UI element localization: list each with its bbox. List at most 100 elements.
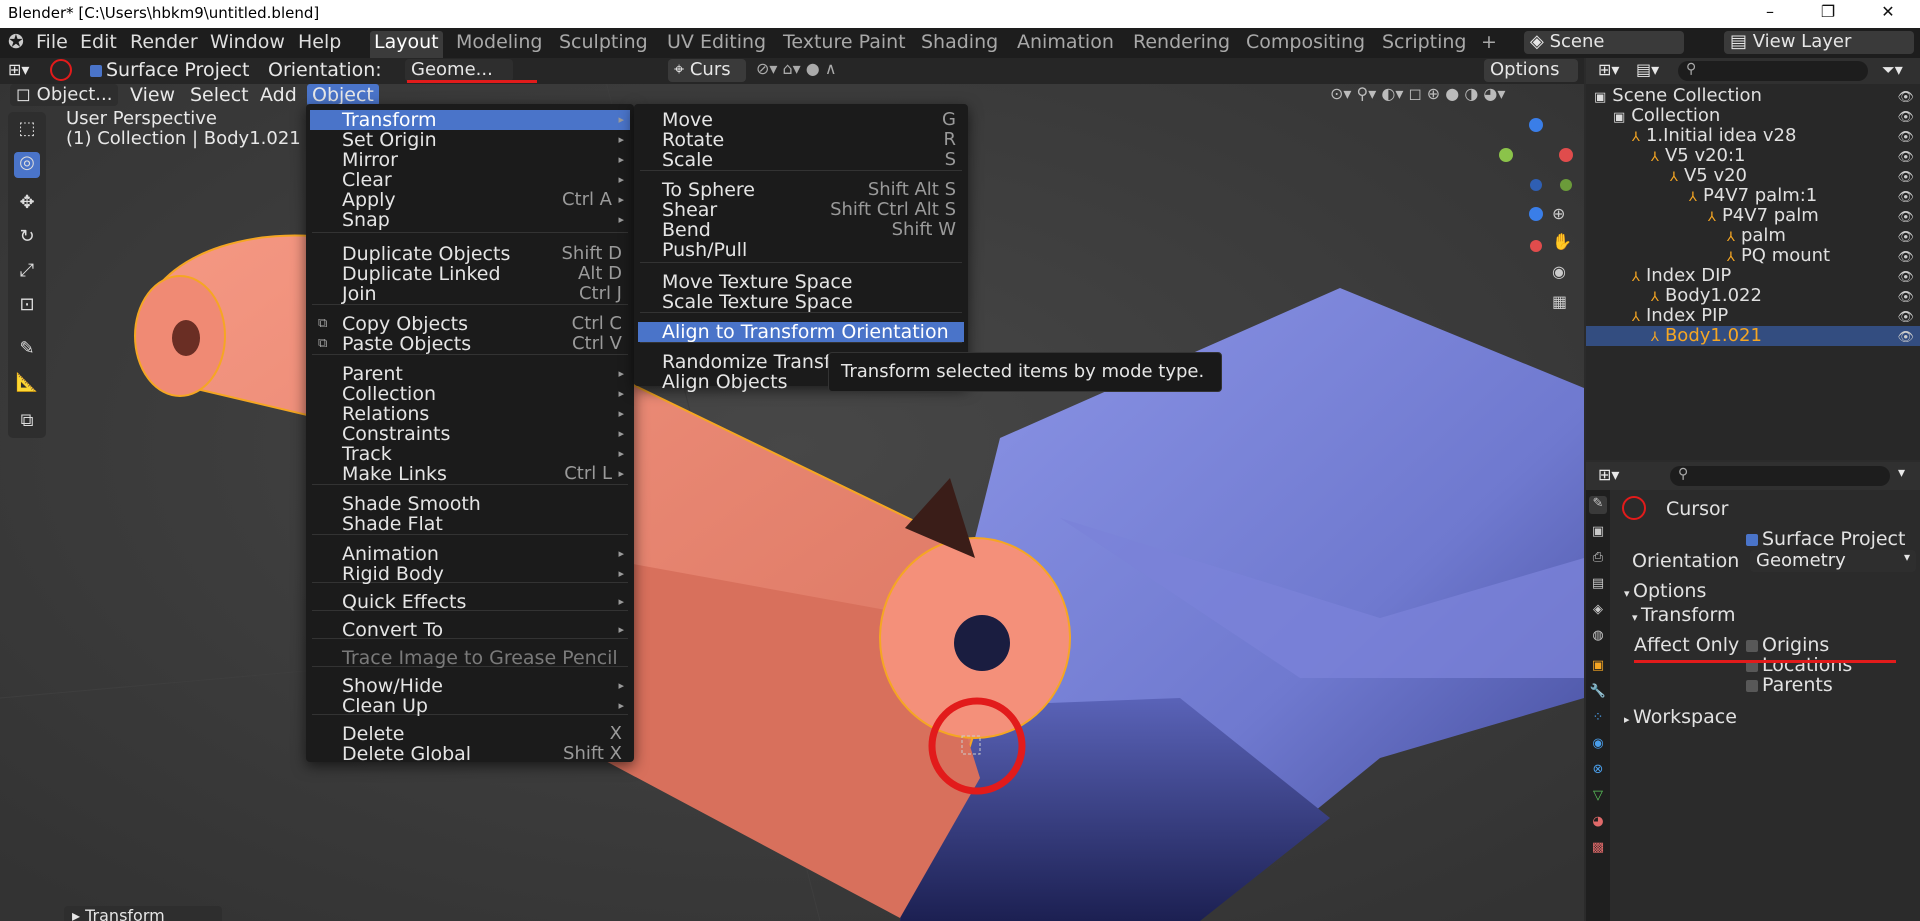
object-menu-item-set-origin[interactable]: Set Origin ▸	[310, 130, 630, 150]
texture-tab-icon[interactable]: ▩	[1589, 840, 1607, 858]
options-dropdown[interactable]: Options	[1484, 59, 1578, 82]
visibility-eye-icon[interactable]: 👁	[1897, 228, 1914, 248]
tab-layout[interactable]: Layout	[370, 31, 443, 58]
object-tab-icon[interactable]: ▣	[1589, 658, 1607, 676]
object-menu-item-animation[interactable]: Animation ▸	[310, 544, 630, 564]
menu-help[interactable]: Help	[298, 31, 341, 53]
tab-rendering[interactable]: Rendering	[1129, 31, 1234, 53]
surface-project-toggle[interactable]: Surface Project	[90, 59, 249, 81]
tab-scripting[interactable]: Scripting	[1378, 31, 1471, 53]
object-menu-item-join[interactable]: Join Ctrl J	[310, 284, 630, 305]
tab-animation[interactable]: Animation	[1013, 31, 1118, 53]
surface-project-option[interactable]: Surface Project	[1746, 528, 1905, 550]
transform-menu-item-to-sphere[interactable]: To Sphere Shift Alt S	[638, 180, 964, 201]
gizmo-y-positive[interactable]	[1499, 148, 1513, 162]
viewport-shading-icons[interactable]: ⊙▾ ⚲▾ ◐▾ ◻ ⊕ ● ◑ ◕▾	[1330, 84, 1505, 103]
object-menu-item-transform[interactable]: Transform ▸	[310, 110, 630, 130]
pivot-point-dropdown[interactable]: ⌖ Curs	[668, 59, 746, 82]
object-menu-item-make-links[interactable]: Make Links Ctrl L ▸	[310, 464, 630, 485]
gizmo-z-positive[interactable]	[1529, 118, 1543, 132]
object-menu-item-quick-effects[interactable]: Quick Effects ▸	[310, 592, 630, 612]
properties-editor-icon[interactable]: ⊞▾	[1598, 465, 1619, 484]
outliner-item-body1-022[interactable]: ⅄ Body1.022 👁	[1586, 286, 1920, 306]
editor-type-icon[interactable]: ⊞▾	[8, 60, 29, 79]
grid-view-icon[interactable]: ▦	[1552, 292, 1567, 311]
object-menu-item-show-hide[interactable]: Show/Hide ▸	[310, 676, 630, 696]
cursor-tool-button[interactable]: ◎	[14, 152, 40, 178]
add-cube-tool-icon[interactable]: ⧉	[14, 410, 40, 436]
modifier-tab-icon[interactable]: 🔧	[1589, 684, 1607, 702]
object-menu-item-copy-objects[interactable]: Copy Objects Ctrl C ⧉	[310, 314, 630, 335]
object-menu-item-delete-global[interactable]: Delete Global Shift X	[310, 744, 630, 765]
tool-tab-icon[interactable]: ✎	[1589, 496, 1607, 514]
gizmo-z-axis[interactable]	[1529, 207, 1543, 221]
data-tab-icon[interactable]: ▽	[1589, 788, 1607, 806]
material-tab-icon[interactable]: ◕	[1589, 814, 1607, 832]
outliner-item-p4v7-palm[interactable]: ⅄ P4V7 palm 👁	[1586, 206, 1920, 226]
last-operator-panel[interactable]: ▸ Transform	[64, 906, 222, 921]
render-tab-icon[interactable]: ▣	[1589, 524, 1607, 542]
tab-sculpting[interactable]: Sculpting	[555, 31, 652, 53]
outliner-item-palm[interactable]: ⅄ palm 👁	[1586, 226, 1920, 246]
maximize-button[interactable]: ❐	[1808, 2, 1848, 21]
origins-option[interactable]: Origins	[1746, 634, 1829, 656]
object-menu-item-clean-up[interactable]: Clean Up ▸	[310, 696, 630, 716]
snap-icon[interactable]: ⊘▾ ⌂▾ ● ∧	[756, 59, 837, 78]
pan-hand-icon[interactable]: ✋	[1552, 232, 1572, 251]
transform-subpanel-header[interactable]: ▾ Transform	[1632, 604, 1736, 626]
transform-menu-item-scale-texture-space[interactable]: Scale Texture Space	[638, 292, 964, 312]
menu-window[interactable]: Window	[210, 31, 285, 53]
properties-search-input[interactable]: ⚲	[1670, 466, 1890, 486]
gizmo-z-negative[interactable]	[1530, 179, 1542, 191]
visibility-eye-icon[interactable]: 👁	[1897, 248, 1914, 268]
surface-project-checkbox[interactable]	[90, 64, 102, 77]
transform-tool-icon[interactable]: ⊡	[14, 294, 40, 320]
tab-compositing[interactable]: Compositing	[1242, 31, 1369, 53]
properties-options-icon[interactable]: ▾	[1898, 465, 1905, 481]
menu-select[interactable]: Select	[190, 84, 249, 106]
outliner-editor-icon[interactable]: ⊞▾	[1598, 60, 1619, 79]
annotate-tool-icon[interactable]: ✎	[14, 338, 40, 364]
object-menu-item-paste-objects[interactable]: Paste Objects Ctrl V ⧉	[310, 334, 630, 355]
object-menu-item-duplicate-objects[interactable]: Duplicate Objects Shift D	[310, 244, 630, 265]
view-layer-selector[interactable]: ▤ View Layer	[1724, 31, 1914, 54]
object-menu-item-track[interactable]: Track ▸	[310, 444, 630, 464]
outliner-item-collection[interactable]: ▣ Collection 👁	[1586, 106, 1920, 126]
menu-edit[interactable]: Edit	[80, 31, 117, 53]
menu-file[interactable]: File	[36, 31, 68, 53]
outliner-item-p4v7-palm-1[interactable]: ⅄ P4V7 palm:1 👁	[1586, 186, 1920, 206]
camera-icon[interactable]: ◉	[1552, 262, 1566, 281]
visibility-eye-icon[interactable]: 👁	[1897, 148, 1914, 168]
outliner-item-index-dip[interactable]: ⅄ Index DIP 👁	[1586, 266, 1920, 286]
surface-project-checkbox[interactable]	[1746, 533, 1758, 546]
menu-add[interactable]: Add	[260, 84, 297, 106]
orientation-dropdown[interactable]: Geome...	[405, 59, 513, 82]
minimize-button[interactable]: –	[1750, 2, 1790, 21]
orientation-dropdown[interactable]: Geometry ▾	[1750, 550, 1916, 572]
outliner-item-body1-021[interactable]: ⅄ Body1.021 👁	[1586, 326, 1920, 346]
object-menu-item-convert-to[interactable]: Convert To ▸	[310, 620, 630, 640]
outliner-item-v5-v20-1[interactable]: ⅄ V5 v20:1 👁	[1586, 146, 1920, 166]
visibility-eye-icon[interactable]: 👁	[1897, 128, 1914, 148]
object-menu-item-shade-smooth[interactable]: Shade Smooth	[310, 494, 630, 514]
visibility-eye-icon[interactable]: 👁	[1897, 168, 1914, 188]
object-menu-item-constraints[interactable]: Constraints ▸	[310, 424, 630, 444]
physics-tab-icon[interactable]: ◉	[1589, 736, 1607, 754]
transform-menu-item-shear[interactable]: Shear Shift Ctrl Alt S	[638, 200, 964, 221]
transform-menu-item-bend[interactable]: Bend Shift W	[638, 220, 964, 241]
constraints-tab-icon[interactable]: ⊗	[1589, 762, 1607, 780]
origins-checkbox[interactable]	[1746, 639, 1758, 652]
display-mode-icon[interactable]: ▤▾	[1636, 60, 1659, 79]
gizmo-x-positive[interactable]	[1559, 148, 1573, 162]
view-layer-tab-icon[interactable]: ▤	[1589, 576, 1607, 594]
add-workspace-button[interactable]: +	[1477, 31, 1501, 53]
object-menu-item-apply[interactable]: Apply Ctrl A ▸	[310, 190, 630, 211]
object-menu-item-rigid-body[interactable]: Rigid Body ▸	[310, 564, 630, 584]
world-tab-icon[interactable]: ◍	[1589, 628, 1607, 646]
tab-uv-editing[interactable]: UV Editing	[663, 31, 770, 53]
visibility-eye-icon[interactable]: 👁	[1897, 88, 1914, 108]
select-tool-icon[interactable]: ⬚	[14, 118, 40, 144]
visibility-eye-icon[interactable]: 👁	[1897, 188, 1914, 208]
object-menu-item-delete[interactable]: Delete X	[310, 724, 630, 745]
visibility-eye-icon[interactable]: 👁	[1897, 288, 1914, 308]
